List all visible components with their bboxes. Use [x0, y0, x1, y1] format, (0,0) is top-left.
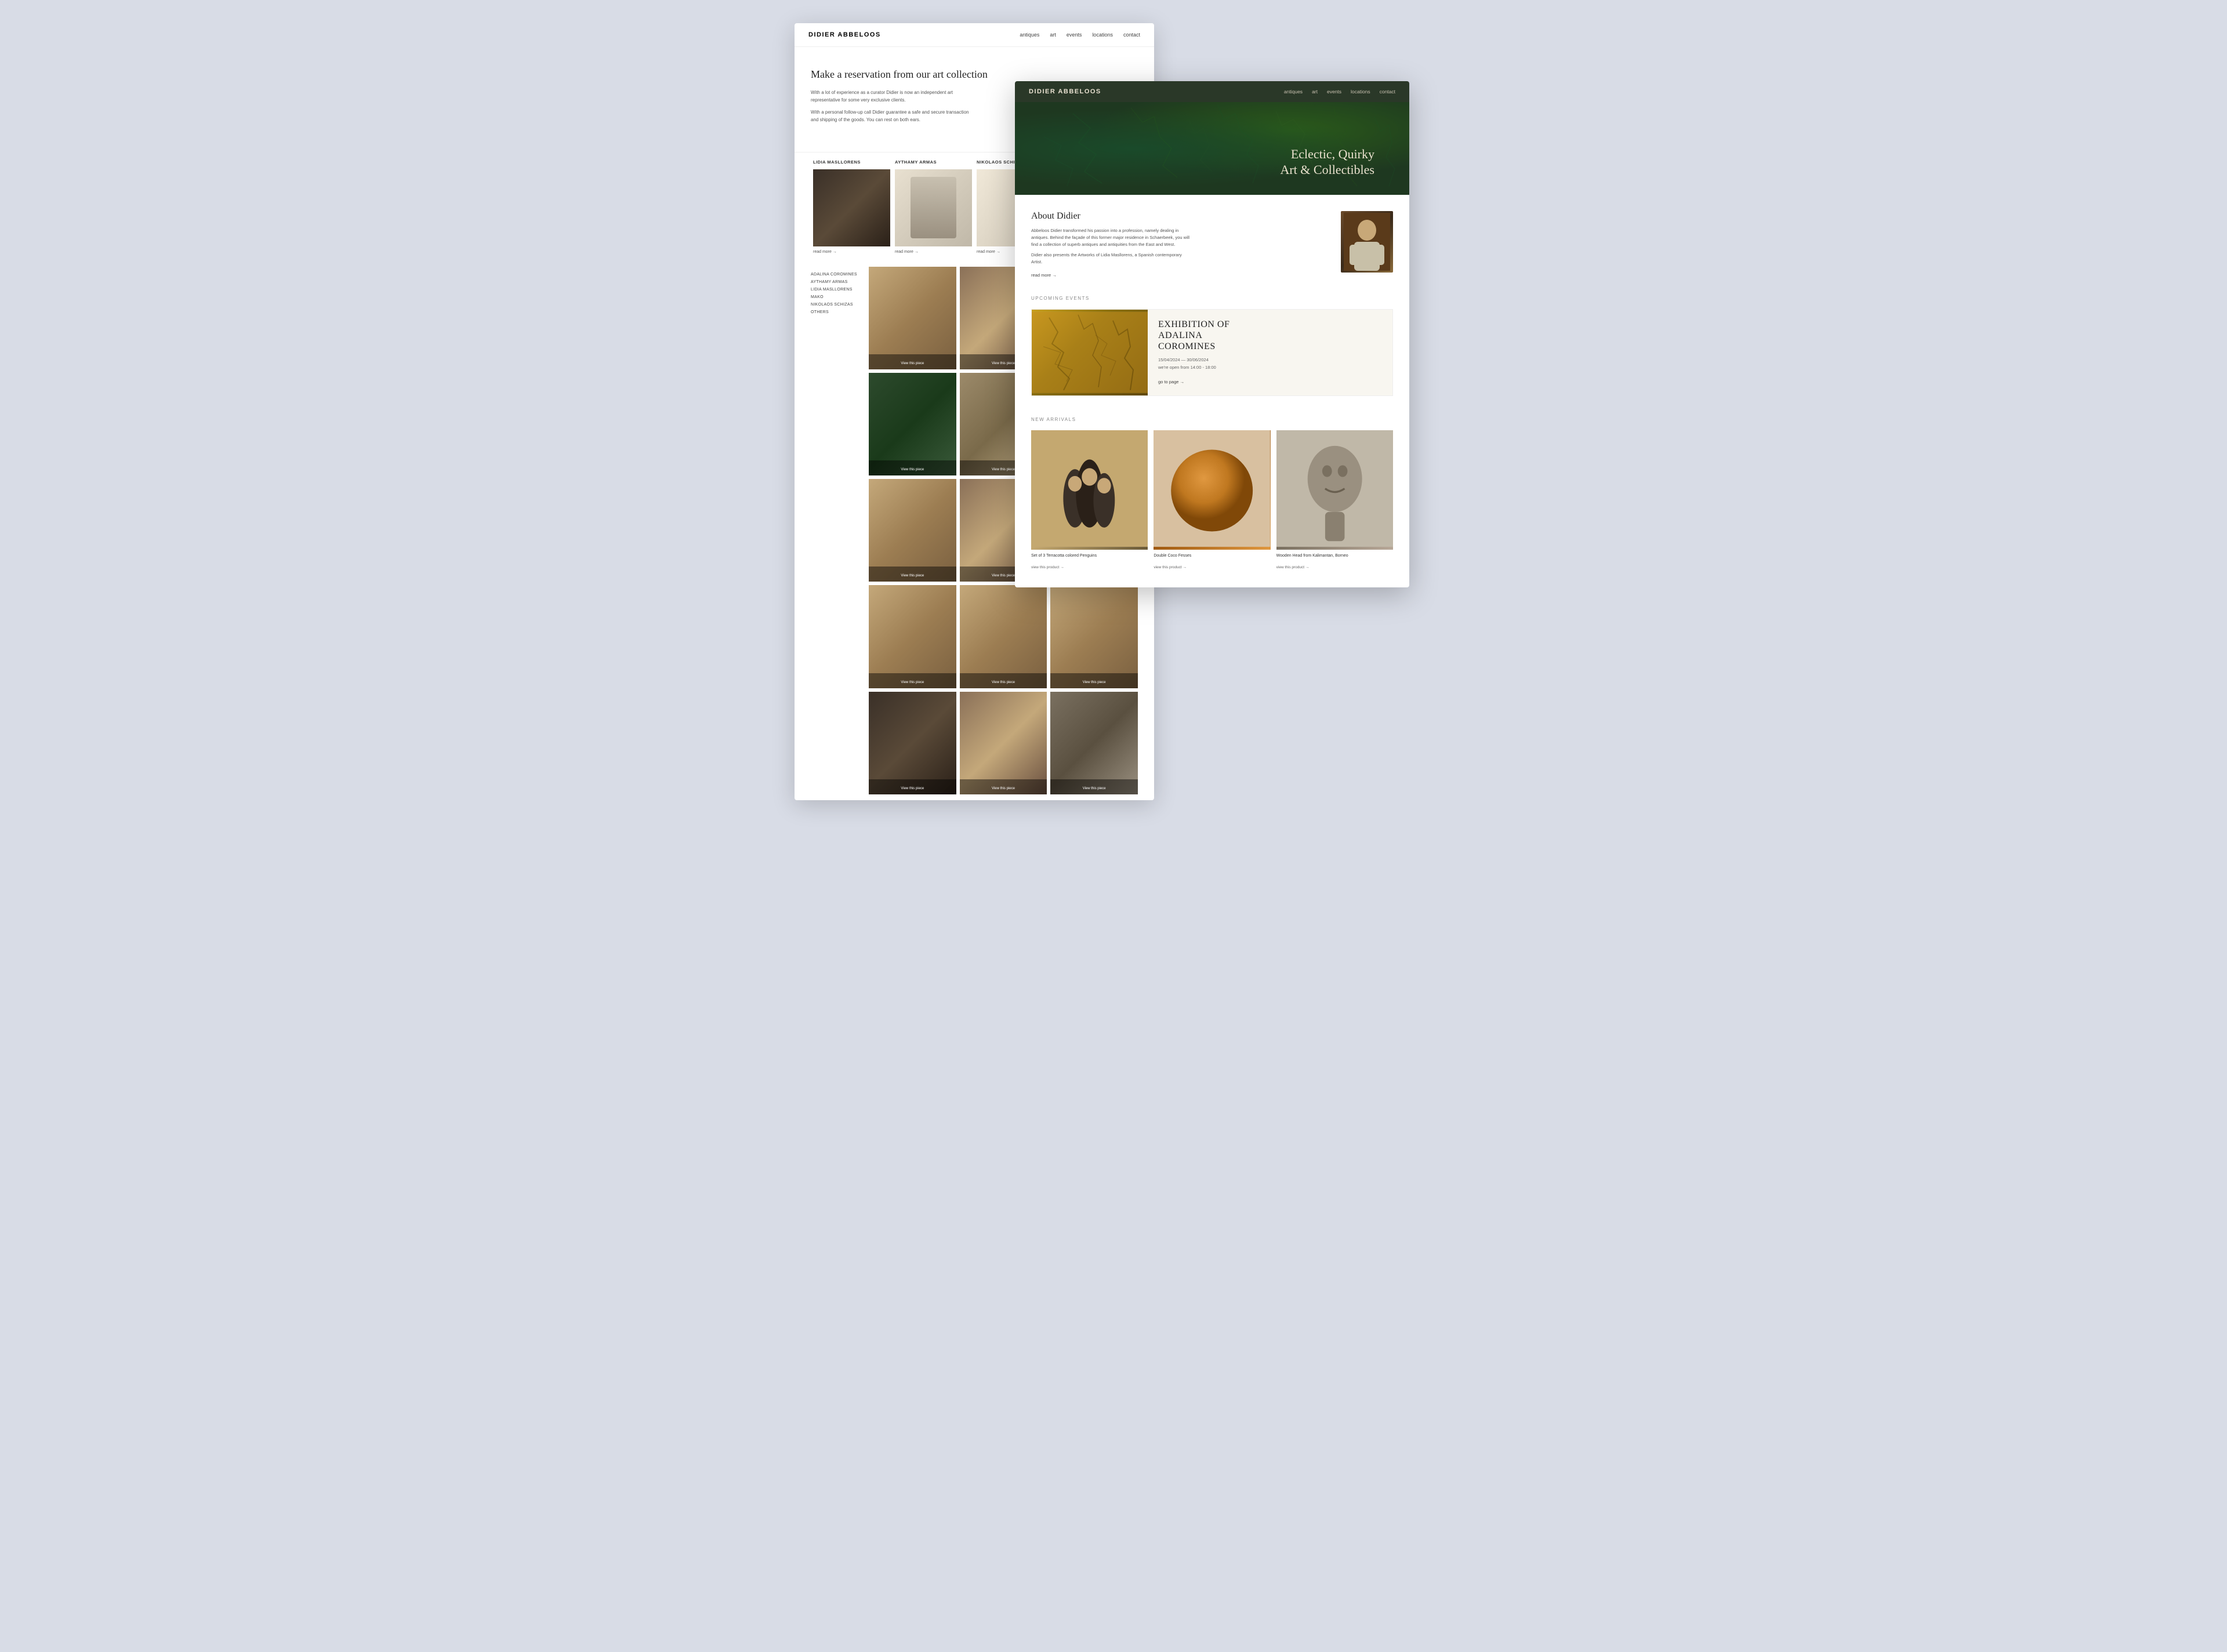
back-artist-name-1: AYTHAMY ARMAS — [895, 159, 972, 165]
back-hero-para2: With a personal follow-up call Didier gu… — [811, 109, 973, 124]
front-hero-title: Eclectic, Quirky Art & Collectibles — [1280, 147, 1374, 177]
sidebar-item-3[interactable]: MAKO — [811, 295, 863, 299]
back-hero-para1: With a lot of experience as a curator Di… — [811, 89, 973, 104]
front-arrivals-grid: Set of 3 Terracotta colored Penguins vie… — [1031, 430, 1393, 571]
view-piece-label[interactable]: View this piece — [901, 574, 924, 578]
art-grid-item: View this piece — [1050, 692, 1138, 794]
front-about-photo — [1341, 211, 1393, 273]
front-event-title: EXHIBITION OF ADALINA COROMINES — [1158, 319, 1382, 353]
back-read-more-0[interactable]: read more → — [813, 250, 890, 254]
front-nav-contact[interactable]: contact — [1380, 89, 1395, 95]
front-window: DIDIER ABBELOOS antiques art events loca… — [1015, 81, 1409, 587]
front-nav-antiques[interactable]: antiques — [1284, 89, 1303, 95]
art-grid-item: View this piece — [869, 373, 956, 475]
sidebar-item-1[interactable]: AYTHAMY ARMAS — [811, 280, 863, 284]
front-event-image — [1032, 310, 1148, 395]
front-about-heading: About Didier — [1031, 211, 1329, 222]
front-about-para1: Abbeloos Didier transformed his passion … — [1031, 227, 1194, 248]
front-nav-art[interactable]: art — [1312, 89, 1318, 95]
arrival-title-0: Set of 3 Terracotta colored Penguins — [1031, 553, 1148, 559]
arrival-img-2 — [1276, 430, 1393, 550]
back-sidebar: ADALINA COROMINES AYTHAMY ARMAS LIDIA MA… — [811, 267, 863, 794]
art-grid-item: View this piece — [960, 692, 1047, 794]
front-event-link[interactable]: go to page → — [1158, 379, 1184, 384]
sidebar-item-4[interactable]: NIKOLAOS SCHIZAS — [811, 303, 863, 307]
view-piece-label[interactable]: View this piece — [901, 681, 924, 684]
back-nav: DIDIER ABBELOOS antiques art events loca… — [795, 23, 1154, 47]
front-event-card: EXHIBITION OF ADALINA COROMINES 15/04/20… — [1031, 309, 1393, 396]
art-grid-item: View this piece — [869, 692, 956, 794]
art-grid-item: View this piece — [869, 479, 956, 582]
front-nav-links: antiques art events locations contact — [1284, 89, 1395, 95]
back-artist-img-0 — [813, 169, 890, 246]
back-nav-locations[interactable]: locations — [1092, 32, 1113, 38]
sidebar-item-2[interactable]: LIDIA MASLLORENS — [811, 288, 863, 292]
arrival-img-1 — [1154, 430, 1270, 550]
front-event-date: 15/04/2024 — 30/06/2024 — [1158, 357, 1382, 362]
art-grid-item: View this piece — [869, 267, 956, 369]
arrival-item-0: Set of 3 Terracotta colored Penguins vie… — [1031, 430, 1148, 571]
front-about-read-more[interactable]: read more → — [1031, 273, 1057, 278]
scene: DIDIER ABBELOOS antiques art events loca… — [795, 23, 1432, 545]
front-event-hours: we're open from 14:00 - 18:00 — [1158, 365, 1382, 370]
sidebar-item-5[interactable]: OTHERS — [811, 310, 863, 314]
front-arrivals-title: NEW ARRIVALS — [1031, 417, 1393, 422]
person-photo-svg — [1344, 213, 1390, 271]
sidebar-item-0[interactable]: ADALINA COROMINES — [811, 273, 863, 277]
back-artist-1: AYTHAMY ARMAS read more → — [893, 153, 974, 261]
front-about-para2: Didier also presents the Artworks of Lid… — [1031, 252, 1194, 266]
arrival-link-1[interactable]: view this product → — [1154, 565, 1187, 569]
back-nav-contact[interactable]: contact — [1123, 32, 1140, 38]
back-hero-title: Make a reservation from our art collecti… — [811, 68, 1138, 81]
front-hero: Eclectic, Quirky Art & Collectibles — [1015, 102, 1409, 195]
back-artist-img-1 — [895, 169, 972, 246]
back-artist-0: LIDIA MASLLORENS read more → — [811, 153, 893, 261]
arrival-title-2: Wooden Head from Kalimantan, Borneo — [1276, 553, 1393, 559]
arrival-item-1: Double Coco Fesses view this product → — [1154, 430, 1270, 571]
back-nav-links: antiques art events locations contact — [1020, 32, 1140, 38]
view-piece-label[interactable]: View this piece — [992, 362, 1015, 365]
front-nav-locations[interactable]: locations — [1351, 89, 1370, 95]
arrival-link-2[interactable]: view this product → — [1276, 565, 1310, 569]
back-nav-antiques[interactable]: antiques — [1020, 32, 1039, 38]
event-crack-svg — [1032, 310, 1148, 395]
art-grid-item: View this piece — [1050, 585, 1138, 688]
back-nav-events[interactable]: events — [1067, 32, 1082, 38]
penguins-svg — [1031, 430, 1148, 547]
view-piece-label[interactable]: View this piece — [1083, 787, 1106, 790]
view-piece-label[interactable]: View this piece — [901, 362, 924, 365]
front-logo: DIDIER ABBELOOS — [1029, 88, 1284, 95]
view-piece-label[interactable]: View this piece — [992, 787, 1015, 790]
head-svg — [1276, 430, 1393, 547]
arrival-link-0[interactable]: view this product → — [1031, 565, 1064, 569]
arrival-item-2: Wooden Head from Kalimantan, Borneo view… — [1276, 430, 1393, 571]
view-piece-label[interactable]: View this piece — [901, 468, 924, 471]
front-nav: DIDIER ABBELOOS antiques art events loca… — [1015, 81, 1409, 102]
back-read-more-1[interactable]: read more → — [895, 250, 972, 254]
sphere-svg — [1154, 430, 1270, 547]
view-piece-label[interactable]: View this piece — [901, 787, 924, 790]
front-hero-text: Eclectic, Quirky Art & Collectibles — [1280, 147, 1374, 177]
front-events-section: UPCOMING EVENTS EXHIBITION OF A — [1015, 296, 1409, 408]
view-piece-label[interactable]: View this piece — [992, 681, 1015, 684]
front-events-title: UPCOMING EVENTS — [1031, 296, 1393, 301]
back-nav-art[interactable]: art — [1050, 32, 1056, 38]
art-grid-item: View this piece — [869, 585, 956, 688]
front-nav-events[interactable]: events — [1327, 89, 1341, 95]
view-piece-label[interactable]: View this piece — [992, 468, 1015, 471]
arrival-title-1: Double Coco Fesses — [1154, 553, 1270, 559]
back-artist-name-0: LIDIA MASLLORENS — [813, 159, 890, 165]
front-event-info: EXHIBITION OF ADALINA COROMINES 15/04/20… — [1148, 310, 1392, 395]
back-logo: DIDIER ABBELOOS — [808, 31, 1020, 38]
arrival-img-0 — [1031, 430, 1148, 550]
art-grid-item: View this piece — [960, 585, 1047, 688]
view-piece-label[interactable]: View this piece — [1083, 681, 1106, 684]
front-about-section: About Didier Abbeloos Didier transformed… — [1015, 195, 1409, 296]
front-arrivals-section: NEW ARRIVALS Set of 3 — [1015, 408, 1409, 587]
view-piece-label[interactable]: View this piece — [992, 574, 1015, 578]
front-about-text: About Didier Abbeloos Didier transformed… — [1031, 211, 1329, 279]
